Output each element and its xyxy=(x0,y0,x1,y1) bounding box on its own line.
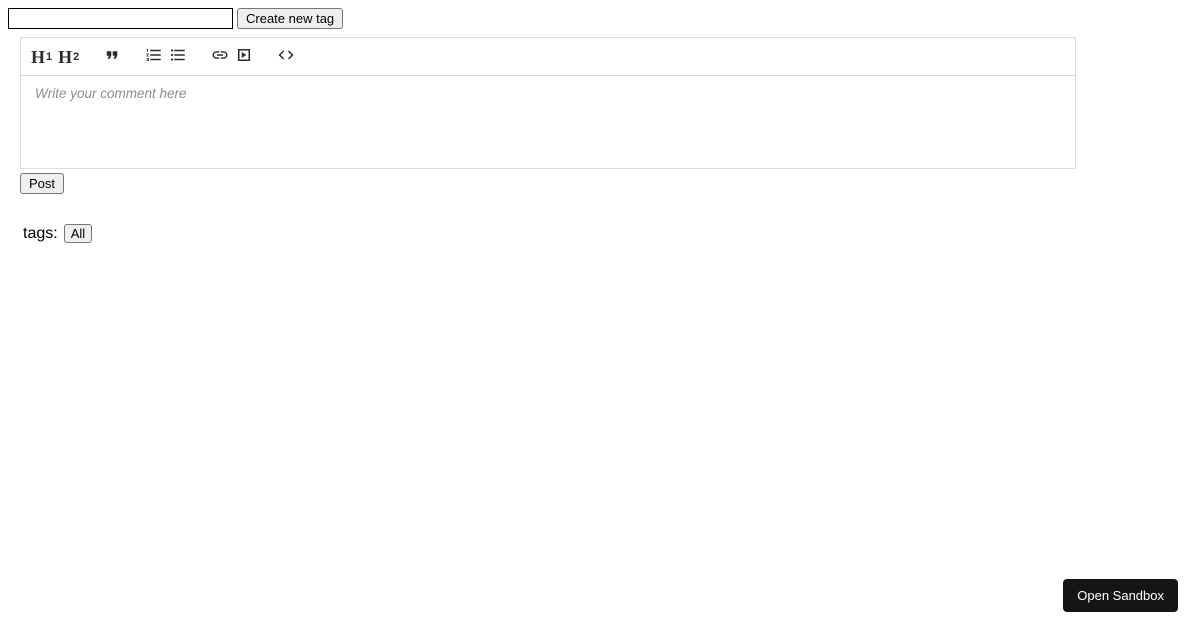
open-sandbox-button[interactable]: Open Sandbox xyxy=(1063,579,1178,612)
heading-1-button[interactable]: H1 xyxy=(31,48,52,66)
video-button[interactable] xyxy=(235,46,253,67)
editor-container: H1 H2 xyxy=(20,37,1076,169)
toolbar-group-media xyxy=(211,46,253,67)
post-row: Post xyxy=(20,173,1192,194)
create-tag-button[interactable]: Create new tag xyxy=(237,8,343,29)
heading-1-sub: 1 xyxy=(46,51,52,63)
link-icon xyxy=(211,46,229,67)
top-row: Create new tag xyxy=(8,8,1192,29)
editor-body[interactable]: Write your comment here xyxy=(21,76,1075,168)
tags-row: tags: All xyxy=(23,224,1192,243)
code-block-button[interactable] xyxy=(277,46,295,67)
tag-name-input[interactable] xyxy=(8,8,233,29)
toolbar-group-lists xyxy=(145,46,187,67)
post-button[interactable]: Post xyxy=(20,173,64,194)
video-icon xyxy=(235,46,253,67)
code-icon xyxy=(277,46,295,67)
heading-1-label: H xyxy=(31,48,45,66)
ordered-list-button[interactable] xyxy=(145,46,163,67)
tag-filter-all-button[interactable]: All xyxy=(64,224,92,243)
heading-2-sub: 2 xyxy=(73,51,79,63)
heading-2-button[interactable]: H2 xyxy=(58,48,79,66)
ordered-list-icon xyxy=(145,46,163,67)
toolbar-group-code xyxy=(277,46,295,67)
link-button[interactable] xyxy=(211,46,229,67)
unordered-list-button[interactable] xyxy=(169,46,187,67)
tags-label: tags: xyxy=(23,225,58,243)
toolbar-group-quote xyxy=(103,46,121,67)
quote-icon xyxy=(103,46,121,67)
editor-placeholder: Write your comment here xyxy=(35,86,187,101)
blockquote-button[interactable] xyxy=(103,46,121,67)
editor-toolbar: H1 H2 xyxy=(21,38,1075,76)
toolbar-group-headings: H1 H2 xyxy=(31,48,79,66)
unordered-list-icon xyxy=(169,46,187,67)
heading-2-label: H xyxy=(58,48,72,66)
